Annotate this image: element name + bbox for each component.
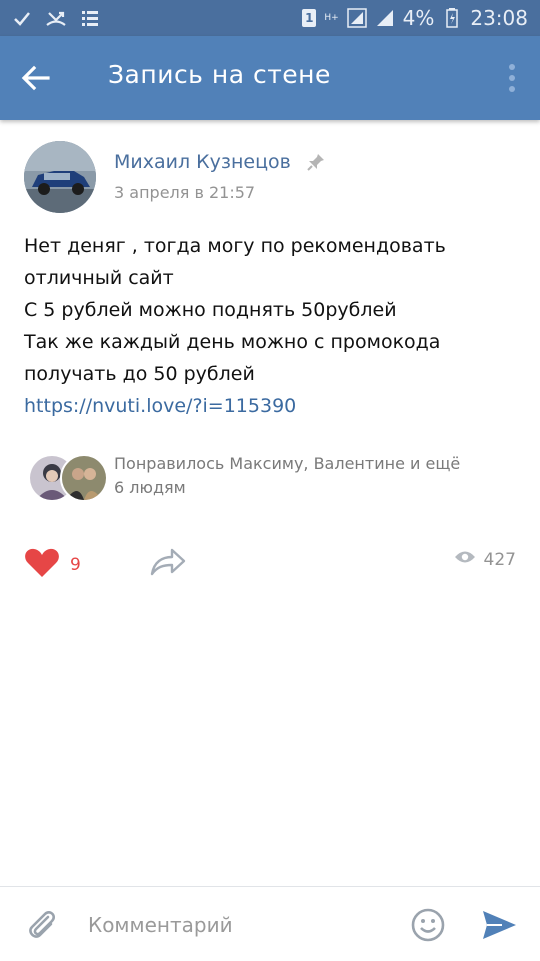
post-link[interactable]: https://nvuti.love/?i=115390 [24, 390, 524, 422]
comment-input[interactable] [86, 905, 390, 945]
views-counter: 427 [454, 549, 516, 570]
liked-by-line: Понравилось Максиму, Валентине и ещё [114, 454, 461, 473]
battery-percent: 4% [402, 6, 435, 30]
back-arrow-icon[interactable] [18, 60, 54, 96]
like-button[interactable]: 9 [24, 547, 81, 583]
heart-icon [24, 547, 60, 583]
author-avatar[interactable] [24, 141, 96, 213]
list-icon [80, 8, 100, 28]
post-text: Нет деняг , тогда могу по рекомендовать … [24, 230, 524, 422]
paperclip-icon[interactable] [24, 907, 60, 943]
likers-avatars[interactable] [28, 454, 108, 502]
post-text-line: получать до 50 рублей [24, 363, 255, 385]
battery-icon [442, 8, 462, 28]
eye-icon [454, 549, 476, 570]
clock: 23:08 [470, 6, 528, 30]
post-text-line: Так же каждый день можно с промокода [24, 331, 441, 353]
send-icon[interactable] [480, 907, 518, 943]
post-author[interactable]: Михаил Кузнецов [114, 151, 291, 173]
network-type-icon: H+ [324, 12, 339, 23]
comment-bar [0, 886, 540, 961]
more-options-icon[interactable] [504, 62, 520, 94]
check-icon [12, 8, 32, 28]
post-text-line: С 5 рублей можно поднять 50рублей [24, 299, 397, 321]
sim-icon: 1 [302, 9, 317, 27]
share-arrow-icon[interactable] [148, 546, 188, 578]
smiley-icon[interactable] [410, 907, 446, 943]
missed-call-icon [46, 8, 66, 28]
like-count: 9 [70, 555, 81, 575]
signal-icon-2 [375, 8, 395, 28]
liker-avatar [60, 454, 108, 502]
post-text-line: Нет деняг , тогда могу по рекомендовать [24, 235, 446, 257]
post-date: 3 апреля в 21:57 [114, 183, 256, 202]
views-count: 427 [483, 549, 516, 570]
liked-by-text[interactable]: Понравилось Максиму, Валентине и ещё 6 л… [114, 452, 514, 500]
app-bar: Запись на стене [0, 36, 540, 120]
liked-by-line: 6 людям [114, 478, 186, 497]
status-bar: 1 H+ 4% 23:08 [0, 0, 540, 36]
post-text-line: отличный сайт [24, 267, 174, 289]
pin-icon [306, 152, 326, 172]
signal-icon-1 [346, 8, 367, 28]
page-title: Запись на стене [108, 60, 331, 89]
